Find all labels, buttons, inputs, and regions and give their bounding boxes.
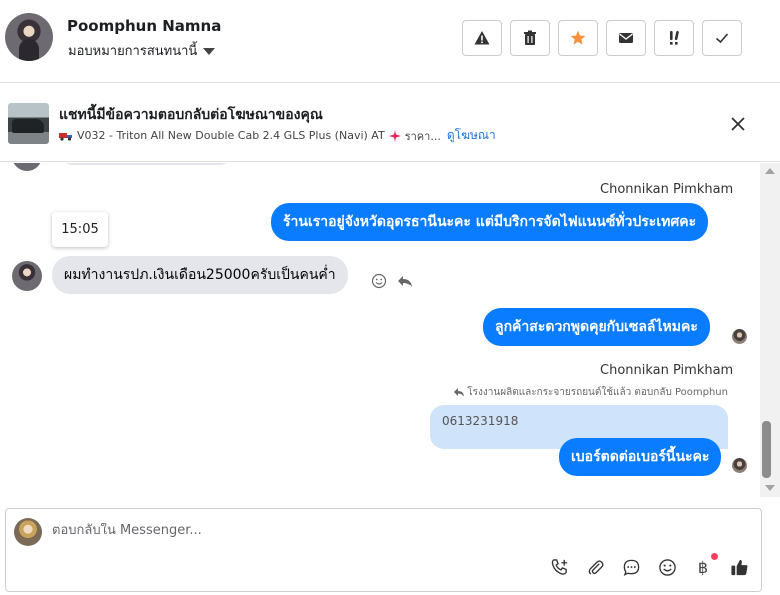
caret-down-icon <box>203 47 216 55</box>
reply-icon[interactable] <box>397 273 413 289</box>
message-scrollbar[interactable] <box>760 163 780 497</box>
done-button[interactable] <box>702 20 742 56</box>
reply-composer: ฿ <box>5 508 762 592</box>
ad-subtitle-text: V032 - Triton All New Double Cab 2.4 GLS… <box>77 129 385 142</box>
like-button[interactable] <box>728 556 750 578</box>
sender-name: Chonnikan Pimkham <box>600 363 734 378</box>
truck-icon <box>59 132 72 141</box>
close-icon[interactable] <box>728 114 748 134</box>
header-actions <box>462 20 742 56</box>
contact-avatar-small <box>12 163 42 171</box>
page-avatar <box>14 518 42 546</box>
saved-replies-button[interactable] <box>620 556 642 578</box>
outgoing-message[interactable]: ลูกค้าสะดวกพูดคุยกับเซลล์ไหมคะ <box>483 308 710 346</box>
attach-button[interactable] <box>584 556 606 578</box>
ad-subtitle-tail: ราคา... <box>404 129 441 143</box>
notification-dot <box>711 553 718 560</box>
view-ad-link[interactable]: ดูโฆษณา <box>447 126 496 145</box>
assign-conversation-dropdown[interactable]: มอบหมายการสนทนานี้ <box>68 40 216 61</box>
composer-tools: ฿ <box>548 553 750 578</box>
emoji-button[interactable] <box>656 556 678 578</box>
read-receipt-avatar <box>732 458 747 473</box>
contact-avatar[interactable] <box>5 13 53 61</box>
trash-icon <box>524 30 536 45</box>
like-icon <box>730 559 747 575</box>
assign-label: มอบหมายการสนทนานี้ <box>68 44 198 59</box>
follow-up-button[interactable] <box>654 20 694 56</box>
outgoing-message[interactable]: เบอร์ตดต่อเบอร์นี้นะคะ <box>559 438 722 476</box>
ad-subtitle: V032 - Triton All New Double Cab 2.4 GLS… <box>59 126 496 145</box>
reply-context-text: โรงงานผลิตและกระจายรถยนต์ใช้แล้ว ตอบกลับ… <box>467 387 728 398</box>
sparkle-icon <box>388 129 401 142</box>
message-timestamp-tooltip: 15:05 <box>52 212 108 247</box>
ad-reply-banner: แชทนี้มีข้อความตอบกลับต่อโฆษณาของคุณ V03… <box>0 84 780 162</box>
star-icon <box>570 30 586 45</box>
mark-unread-button[interactable] <box>606 20 646 56</box>
scroll-down-arrow-icon[interactable] <box>765 485 775 491</box>
react-emoji-icon[interactable] <box>371 273 387 289</box>
reply-arrow-icon <box>454 388 465 397</box>
warning-icon <box>474 31 490 45</box>
spam-button[interactable] <box>462 20 502 56</box>
incoming-message[interactable]: ผมทำงานรปภ.เงินเดือน25000ครับเป็นคนค่ำ <box>52 256 348 294</box>
message-thread[interactable]: Chonnikan Pimkham ร้านเราอยู่จังหวัดอุดร… <box>0 163 760 497</box>
contact-avatar-small <box>12 261 42 291</box>
ad-thumbnail[interactable] <box>8 103 49 144</box>
payment-icon: ฿ <box>697 557 709 577</box>
add-call-button[interactable] <box>548 556 570 578</box>
check-icon <box>715 33 729 44</box>
add-call-icon <box>551 558 567 575</box>
reply-context: โรงงานผลิตและกระจายรถยนต์ใช้แล้ว ตอบกลับ… <box>454 385 728 400</box>
envelope-icon <box>619 33 633 43</box>
delete-button[interactable] <box>510 20 550 56</box>
previous-message-bubble[interactable] <box>58 163 234 165</box>
attachment-icon <box>588 559 604 575</box>
conversation-header: Poomphun Namna มอบหมายการสนทนานี้ <box>0 0 780 83</box>
scroll-up-arrow-icon[interactable] <box>765 168 775 174</box>
saved-replies-icon <box>623 559 639 576</box>
read-receipt-avatar <box>732 329 747 344</box>
payment-button[interactable]: ฿ <box>692 553 718 578</box>
star-button[interactable] <box>558 20 598 56</box>
priority-icon <box>670 31 679 45</box>
emoji-icon <box>658 558 676 576</box>
sender-name: Chonnikan Pimkham <box>600 182 734 197</box>
outgoing-message[interactable]: ร้านเราอยู่จังหวัดอุดรธานีนะคะ แต่มีบริก… <box>271 203 709 241</box>
scrollbar-thumb[interactable] <box>762 421 771 478</box>
message-hover-actions <box>371 273 413 289</box>
reply-input[interactable] <box>52 523 652 538</box>
ad-banner-title: แชทนี้มีข้อความตอบกลับต่อโฆษณาของคุณ <box>59 107 323 123</box>
contact-name[interactable]: Poomphun Namna <box>67 17 221 35</box>
